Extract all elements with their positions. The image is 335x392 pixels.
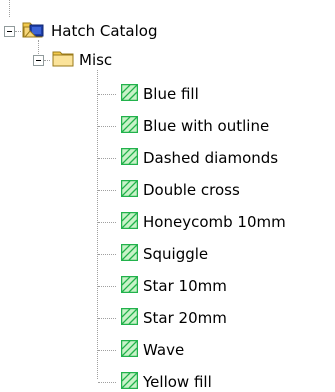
tree-connector xyxy=(44,60,50,61)
tree-connector xyxy=(98,94,116,95)
hatch-item[interactable]: Star 20mm xyxy=(120,306,227,330)
hatch-icon xyxy=(120,211,139,233)
hatch-icon xyxy=(120,83,139,105)
hatch-item[interactable]: Wave xyxy=(120,338,185,362)
hatch-item[interactable]: Squiggle xyxy=(120,242,209,266)
tree-connector xyxy=(98,318,116,319)
tree-group-label: Misc xyxy=(79,51,113,69)
tree-root-label: Hatch Catalog xyxy=(51,22,158,40)
hatch-icon xyxy=(120,307,139,329)
tree-connector xyxy=(98,350,116,351)
hatch-item-label: Star 20mm xyxy=(143,309,227,327)
tree-connector xyxy=(98,222,116,223)
hatch-item[interactable]: Blue fill xyxy=(120,82,199,106)
hatch-icon xyxy=(120,339,139,361)
hatch-icon xyxy=(120,147,139,169)
hatch-item-label: Double cross xyxy=(143,181,240,199)
hatch-item[interactable]: Yellow fill xyxy=(120,370,212,392)
hatch-item[interactable]: Dashed diamonds xyxy=(120,146,279,170)
tree-connector xyxy=(98,254,116,255)
hatch-item-label: Star 10mm xyxy=(143,277,227,295)
tree-connector xyxy=(98,190,116,191)
hatch-item-label: Squiggle xyxy=(143,245,209,263)
hatch-item[interactable]: Double cross xyxy=(120,178,240,202)
folder-icon xyxy=(52,49,74,71)
catalog-folder-icon xyxy=(22,19,46,43)
hatch-item[interactable]: Honeycomb 10mm xyxy=(120,210,286,234)
hatch-icon xyxy=(120,179,139,201)
hatch-icon xyxy=(120,243,139,265)
hatch-icon xyxy=(120,115,139,137)
tree-group-node[interactable]: Misc xyxy=(52,48,112,72)
hatch-catalog-tree: Hatch Catalog Misc Blue fill Blue with ou… xyxy=(0,0,335,392)
hatch-item-label: Blue fill xyxy=(143,85,199,103)
hatch-item-label: Yellow fill xyxy=(143,373,212,391)
hatch-item-label: Blue with outline xyxy=(143,117,270,135)
hatch-item-label: Dashed diamonds xyxy=(143,149,279,167)
hatch-item-label: Honeycomb 10mm xyxy=(143,213,286,231)
tree-connector xyxy=(97,70,98,379)
root-collapse-button[interactable] xyxy=(4,26,15,37)
hatch-icon xyxy=(120,275,139,297)
tree-root-node[interactable]: Hatch Catalog xyxy=(22,19,157,43)
tree-connector xyxy=(98,286,116,287)
tree-connector xyxy=(98,158,116,159)
tree-connector xyxy=(15,31,21,32)
hatch-icon xyxy=(120,371,139,392)
hatch-item[interactable]: Star 10mm xyxy=(120,274,227,298)
tree-connector xyxy=(9,0,10,17)
hatch-item[interactable]: Blue with outline xyxy=(120,114,270,138)
hatch-item-label: Wave xyxy=(143,341,185,359)
tree-connector xyxy=(98,126,116,127)
misc-collapse-button[interactable] xyxy=(33,55,44,66)
tree-connector xyxy=(98,382,116,383)
